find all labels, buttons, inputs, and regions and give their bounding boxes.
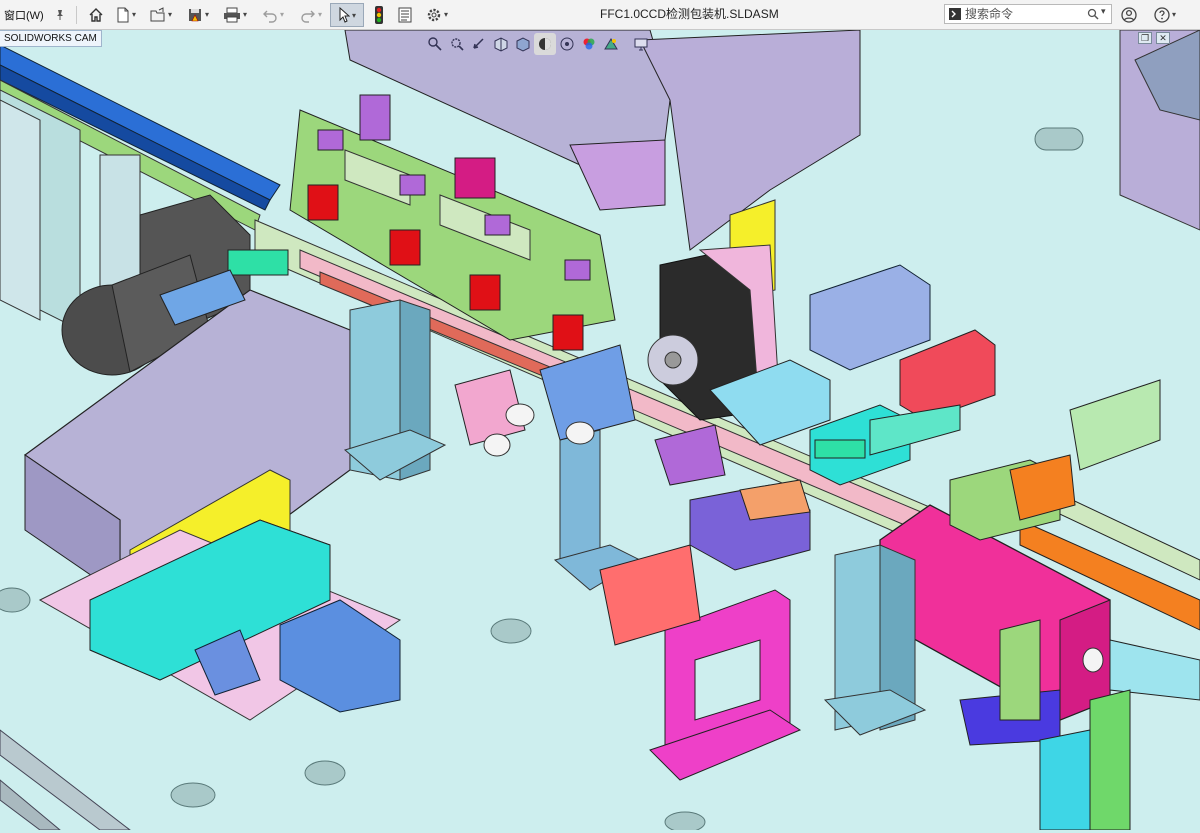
apply-scene-icon[interactable] xyxy=(600,33,622,55)
main-toolbar: 窗口(W) ▾ ▾ ▾ ▾ ▾ ▾ ▾ ▾ FFC1.0CCD检测包装机.SLD… xyxy=(0,0,1200,30)
save-icon[interactable]: ▾ xyxy=(183,0,213,29)
window-menu[interactable]: 窗口(W) xyxy=(4,0,44,29)
command-prompt-icon xyxy=(949,8,961,20)
undo-icon[interactable]: ▾ xyxy=(258,0,288,29)
home-icon[interactable] xyxy=(86,0,106,29)
search-box[interactable]: ▾ xyxy=(944,4,1112,24)
zoom-to-area-icon[interactable] xyxy=(446,33,468,55)
search-input[interactable] xyxy=(965,5,1083,23)
edit-appearance-icon[interactable] xyxy=(578,33,600,55)
open-folder-icon[interactable]: ▾ xyxy=(147,0,175,29)
assembly-model xyxy=(0,29,1200,833)
viewport-close-icon[interactable]: ✕ xyxy=(1156,32,1170,44)
traffic-light-icon[interactable] xyxy=(370,0,388,29)
user-account-icon[interactable] xyxy=(1118,0,1140,29)
search-icon[interactable] xyxy=(1087,8,1099,20)
heads-up-view-toolbar xyxy=(424,31,652,57)
hide-show-items-icon[interactable] xyxy=(556,33,578,55)
file-properties-icon[interactable] xyxy=(395,0,415,29)
display-style-icon[interactable] xyxy=(534,33,556,55)
pin-icon[interactable] xyxy=(52,0,68,29)
help-icon[interactable]: ▾ xyxy=(1148,0,1182,29)
viewport-controls: ❐ ✕ xyxy=(1138,32,1170,44)
select-arrow-icon[interactable]: ▾ xyxy=(330,3,364,27)
search-dropdown-icon[interactable]: ▾ xyxy=(1101,6,1106,17)
viewport-restore-icon[interactable]: ❐ xyxy=(1138,32,1152,44)
new-document-icon[interactable]: ▾ xyxy=(112,0,140,29)
zoom-to-fit-icon[interactable] xyxy=(424,33,446,55)
graphics-viewport[interactable] xyxy=(0,29,1200,833)
view-orientation-icon[interactable] xyxy=(512,33,534,55)
redo-icon[interactable]: ▾ xyxy=(296,0,326,29)
previous-view-icon[interactable] xyxy=(468,33,490,55)
options-gear-icon[interactable]: ▾ xyxy=(420,0,454,29)
section-view-icon[interactable] xyxy=(490,33,512,55)
tab-solidworks-cam[interactable]: SOLIDWORKS CAM xyxy=(0,30,102,47)
view-settings-icon[interactable] xyxy=(630,33,652,55)
print-icon[interactable]: ▾ xyxy=(220,0,250,29)
document-title: FFC1.0CCD检测包装机.SLDASM xyxy=(600,7,779,21)
